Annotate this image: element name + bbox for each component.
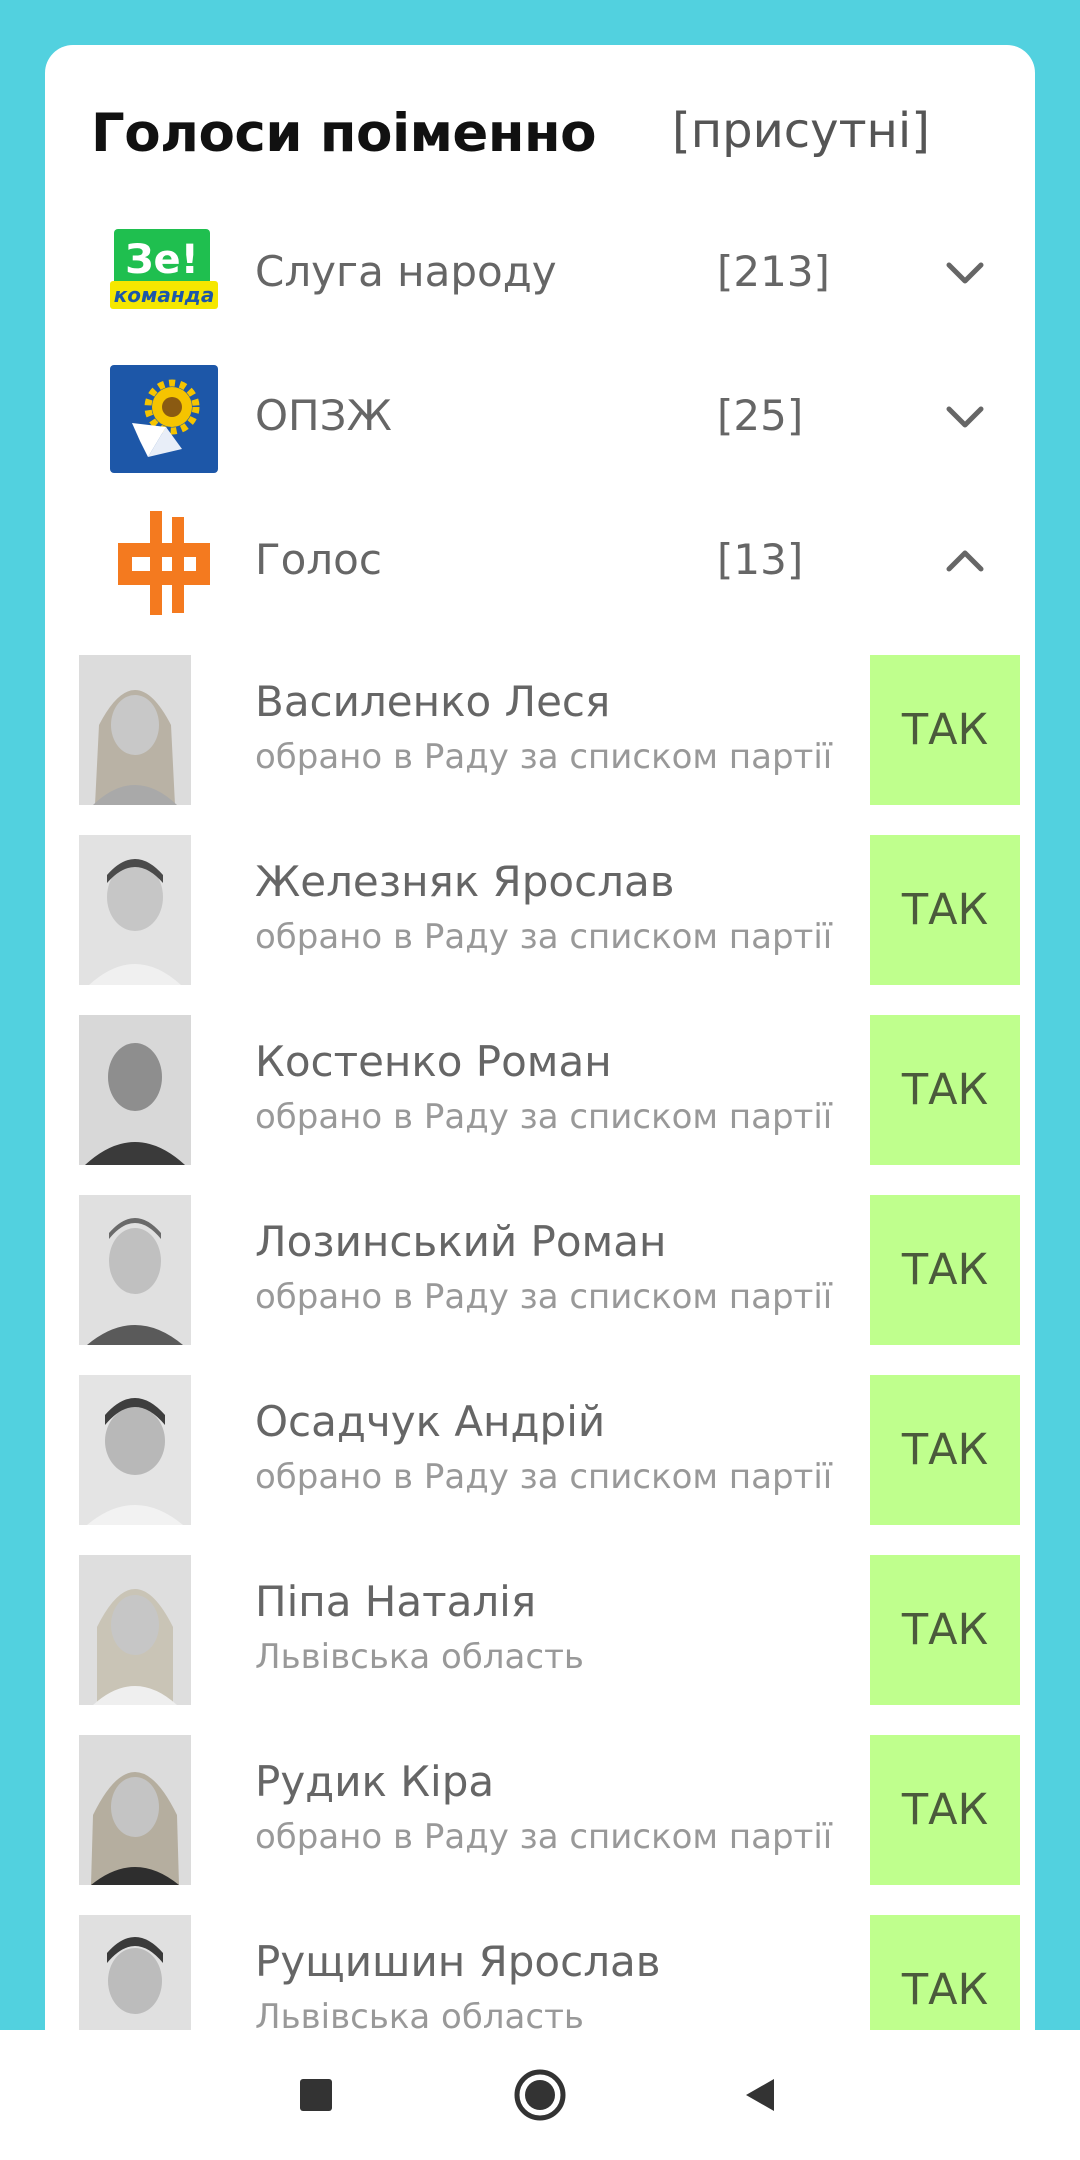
vote-badge[interactable]: ТАК bbox=[870, 1735, 1020, 1885]
member-name: Костенко Роман bbox=[255, 1037, 612, 1086]
party-row-holos[interactable]: Голос [13] bbox=[45, 491, 1035, 635]
member-description: обрано в Раду за списком партії bbox=[255, 1097, 833, 1137]
member-name: Рущишин Ярослав bbox=[255, 1937, 661, 1986]
member-photo bbox=[79, 1195, 191, 1345]
member-description: обрано в Раду за списком партії bbox=[255, 1817, 833, 1857]
member-row[interactable]: Железняк Ярослав обрано в Раду за списко… bbox=[45, 835, 1035, 987]
member-row[interactable]: Рудик Кіра обрано в Раду за списком парт… bbox=[45, 1735, 1035, 1887]
svg-text:Зе!: Зе! bbox=[125, 237, 199, 283]
vote-badge[interactable]: ТАК bbox=[870, 1195, 1020, 1345]
vote-badge[interactable]: ТАК bbox=[870, 1555, 1020, 1705]
member-description: обрано в Раду за списком партії bbox=[255, 737, 833, 777]
member-name: Железняк Ярослав bbox=[255, 857, 675, 906]
member-row[interactable]: Піпа Наталія Львівська область ТАК bbox=[45, 1555, 1035, 1707]
member-photo bbox=[79, 1375, 191, 1525]
page-title: Голоси поіменно bbox=[91, 103, 597, 164]
party-name: Слуга народу bbox=[255, 247, 557, 296]
member-description: обрано в Раду за списком партії bbox=[255, 1457, 833, 1497]
member-row[interactable]: Костенко Роман обрано в Раду за списком … bbox=[45, 1015, 1035, 1167]
party-name: ОПЗЖ bbox=[255, 391, 392, 440]
member-row[interactable]: Лозинський Роман обрано в Раду за списко… bbox=[45, 1195, 1035, 1347]
member-name: Лозинський Роман bbox=[255, 1217, 667, 1266]
member-name: Василенко Леся bbox=[255, 677, 611, 726]
member-name: Піпа Наталія bbox=[255, 1577, 537, 1626]
votes-card: Голоси поіменно [присутні] Зе! команда С… bbox=[45, 45, 1035, 2125]
svg-text:команда: команда bbox=[114, 283, 215, 307]
attendance-filter[interactable]: [присутні] bbox=[672, 103, 930, 159]
party-name: Голос bbox=[255, 535, 382, 584]
member-description: Львівська область bbox=[255, 1637, 584, 1677]
opzh-sunflower-logo bbox=[110, 365, 218, 473]
member-photo bbox=[79, 1555, 191, 1705]
party-count: [25] bbox=[717, 391, 804, 440]
party-count: [213] bbox=[717, 247, 830, 296]
system-navigation-bar bbox=[0, 2030, 1080, 2160]
chevron-up-icon[interactable] bbox=[945, 541, 985, 581]
chevron-down-icon[interactable] bbox=[945, 253, 985, 293]
member-description: обрано в Раду за списком партії bbox=[255, 917, 833, 957]
member-photo bbox=[79, 1735, 191, 1885]
party-count: [13] bbox=[717, 535, 804, 584]
vote-badge[interactable]: ТАК bbox=[870, 655, 1020, 805]
header: Голоси поіменно [присутні] bbox=[45, 45, 1035, 215]
party-row-opzh[interactable]: ОПЗЖ [25] bbox=[45, 347, 1035, 491]
member-row[interactable]: Василенко Леся обрано в Раду за списком … bbox=[45, 655, 1035, 807]
vote-badge[interactable]: ТАК bbox=[870, 1375, 1020, 1525]
holos-logo bbox=[110, 509, 218, 617]
chevron-down-icon[interactable] bbox=[945, 397, 985, 437]
member-description: обрано в Раду за списком партії bbox=[255, 1277, 833, 1317]
back-icon[interactable] bbox=[700, 2030, 820, 2160]
recent-apps-icon[interactable] bbox=[256, 2030, 376, 2160]
vote-badge[interactable]: ТАК bbox=[870, 835, 1020, 985]
member-photo bbox=[79, 655, 191, 805]
member-name: Рудик Кіра bbox=[255, 1757, 495, 1806]
member-name: Осадчук Андрій bbox=[255, 1397, 606, 1446]
member-photo bbox=[79, 1015, 191, 1165]
ze-komanda-logo: Зе! команда bbox=[110, 221, 218, 329]
home-icon[interactable] bbox=[480, 2030, 600, 2160]
party-row-sluha-narodu[interactable]: Зе! команда Слуга народу [213] bbox=[45, 203, 1035, 347]
member-photo bbox=[79, 835, 191, 985]
vote-badge[interactable]: ТАК bbox=[870, 1015, 1020, 1165]
member-row[interactable]: Осадчук Андрій обрано в Раду за списком … bbox=[45, 1375, 1035, 1527]
